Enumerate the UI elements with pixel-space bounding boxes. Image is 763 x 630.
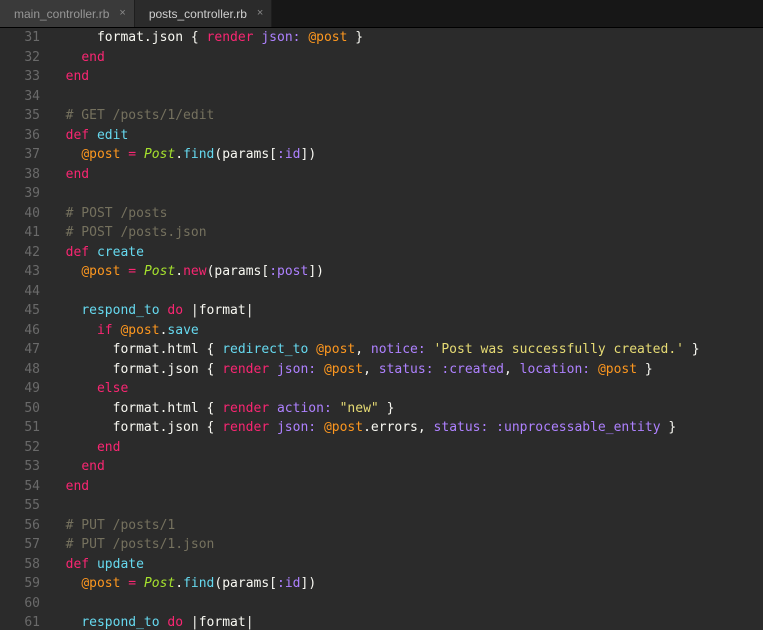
code-line [50,184,763,204]
code-line: end [50,165,763,185]
code-line: @post = Post.find(params[:id]) [50,145,763,165]
line-number: 50 [0,399,40,419]
line-number: 60 [0,594,40,614]
editor-pane: 3132333435363738394041424344454647484950… [0,28,763,630]
code-line: def edit [50,126,763,146]
line-number: 31 [0,28,40,48]
line-number: 55 [0,496,40,516]
line-number: 36 [0,126,40,146]
line-number: 54 [0,477,40,497]
line-number: 58 [0,555,40,575]
code-line [50,594,763,614]
line-number: 38 [0,165,40,185]
line-number: 43 [0,262,40,282]
line-number: 44 [0,282,40,302]
code-line: format.html { render action: "new" } [50,399,763,419]
code-line: @post = Post.find(params[:id]) [50,574,763,594]
code-line: @post = Post.new(params[:post]) [50,262,763,282]
line-number: 45 [0,301,40,321]
line-number: 53 [0,457,40,477]
line-number: 56 [0,516,40,536]
tab-bar: main_controller.rb × posts_controller.rb… [0,0,763,28]
line-number: 35 [0,106,40,126]
line-number-gutter: 3132333435363738394041424344454647484950… [0,28,50,630]
tab-posts-controller[interactable]: posts_controller.rb × [135,0,273,27]
code-line: # PUT /posts/1.json [50,535,763,555]
line-number: 33 [0,67,40,87]
line-number: 47 [0,340,40,360]
code-line: def create [50,243,763,263]
line-number: 59 [0,574,40,594]
line-number: 61 [0,613,40,630]
code-line: format.json { render json: @post, status… [50,360,763,380]
code-line: format.html { redirect_to @post, notice:… [50,340,763,360]
code-line: respond_to do |format| [50,613,763,630]
close-icon[interactable]: × [257,5,263,22]
line-number: 48 [0,360,40,380]
line-number: 49 [0,379,40,399]
line-number: 42 [0,243,40,263]
code-line: # GET /posts/1/edit [50,106,763,126]
tab-label: posts_controller.rb [149,5,247,23]
code-line: else [50,379,763,399]
line-number: 37 [0,145,40,165]
code-line: # PUT /posts/1 [50,516,763,536]
code-line: def update [50,555,763,575]
line-number: 39 [0,184,40,204]
code-line: end [50,48,763,68]
code-line: if @post.save [50,321,763,341]
code-line: end [50,67,763,87]
line-number: 34 [0,87,40,107]
code-line [50,87,763,107]
line-number: 41 [0,223,40,243]
line-number: 57 [0,535,40,555]
line-number: 52 [0,438,40,458]
close-icon[interactable]: × [119,5,125,22]
code-line [50,282,763,302]
line-number: 46 [0,321,40,341]
line-number: 32 [0,48,40,68]
code-line: end [50,477,763,497]
line-number: 51 [0,418,40,438]
code-line: format.json { render json: @post } [50,28,763,48]
code-line: # POST /posts [50,204,763,224]
code-line: end [50,457,763,477]
code-line [50,496,763,516]
code-line: # POST /posts.json [50,223,763,243]
line-number: 40 [0,204,40,224]
tab-label: main_controller.rb [14,5,109,23]
code-line: respond_to do |format| [50,301,763,321]
code-area[interactable]: format.json { render json: @post } end e… [50,28,763,630]
tab-main-controller[interactable]: main_controller.rb × [0,0,135,27]
code-line: end [50,438,763,458]
code-line: format.json { render json: @post.errors,… [50,418,763,438]
